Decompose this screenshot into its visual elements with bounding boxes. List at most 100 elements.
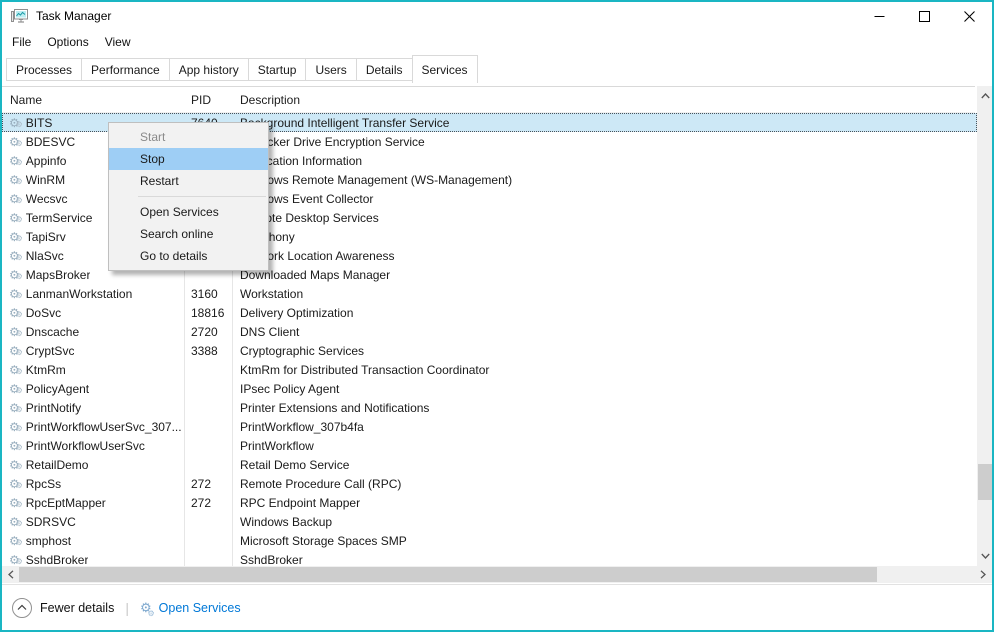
service-name: MapsBroker: [26, 268, 91, 282]
service-name: Dnscache: [26, 325, 79, 339]
service-name-cell: ⚙⚙SshdBroker: [2, 553, 184, 567]
gear-icon: ⚙⚙: [9, 250, 20, 262]
tab-users[interactable]: Users: [305, 58, 356, 81]
gear-icon: ⚙⚙: [9, 478, 20, 490]
gear-icon: ⚙⚙: [9, 212, 20, 224]
service-name: RpcEptMapper: [26, 496, 106, 510]
service-description-cell: Telephony: [232, 230, 977, 244]
tab-processes[interactable]: Processes: [6, 58, 82, 81]
service-name: NlaSvc: [26, 249, 64, 263]
service-name: SDRSVC: [26, 515, 76, 529]
gear-icon: ⚙⚙: [9, 269, 20, 281]
gear-icon: ⚙⚙: [9, 345, 20, 357]
table-row[interactable]: ⚙⚙SDRSVCWindows Backup: [2, 512, 977, 531]
horizontal-scroll-thumb[interactable]: [19, 567, 877, 582]
service-name-cell: ⚙⚙RpcSs: [2, 477, 184, 491]
column-header-pid[interactable]: PID: [184, 93, 232, 107]
chevron-up-circle-icon: [17, 604, 27, 611]
table-row[interactable]: ⚙⚙KtmRmKtmRm for Distributed Transaction…: [2, 360, 977, 379]
chevron-down-icon: [981, 553, 990, 559]
gear-icon: ⚙⚙: [140, 600, 152, 616]
fewer-details-label[interactable]: Fewer details: [40, 601, 114, 615]
table-row[interactable]: ⚙⚙LanmanWorkstation3160Workstation: [2, 284, 977, 303]
table-row[interactable]: ⚙⚙SshdBrokerSshdBroker: [2, 550, 977, 566]
context-menu-item-stop[interactable]: Stop: [109, 148, 268, 170]
scroll-right-button[interactable]: [975, 566, 991, 583]
context-menu-item-open-services[interactable]: Open Services: [109, 201, 268, 223]
service-pid-cell: 272: [184, 496, 232, 510]
table-row[interactable]: ⚙⚙CryptSvc3388Cryptographic Services: [2, 341, 977, 360]
column-header-name[interactable]: Name: [2, 93, 184, 107]
table-row[interactable]: ⚙⚙smphostMicrosoft Storage Spaces SMP: [2, 531, 977, 550]
table-row[interactable]: ⚙⚙Dnscache2720DNS Client: [2, 322, 977, 341]
minimize-button[interactable]: [857, 2, 902, 30]
service-description-cell: PrintWorkflow: [232, 439, 977, 453]
service-description-cell: Downloaded Maps Manager: [232, 268, 977, 282]
gear-icon: ⚙⚙: [9, 402, 20, 414]
table-row[interactable]: ⚙⚙PrintNotifyPrinter Extensions and Noti…: [2, 398, 977, 417]
service-description-cell: Retail Demo Service: [232, 458, 977, 472]
tab-startup[interactable]: Startup: [248, 58, 307, 81]
service-name-cell: ⚙⚙ DoSvc: [2, 306, 184, 320]
menu-file[interactable]: File: [4, 32, 39, 52]
service-pid-cell: 2720: [184, 325, 232, 339]
service-name: PrintWorkflowUserSvc: [26, 439, 145, 453]
service-description-cell: DNS Client: [232, 325, 977, 339]
gear-icon: ⚙⚙: [9, 535, 20, 547]
tab-app-history[interactable]: App history: [169, 58, 249, 81]
scroll-down-button[interactable]: [977, 548, 993, 564]
context-menu-item-go-to-details[interactable]: Go to details: [109, 245, 268, 267]
context-menu-separator: [138, 196, 266, 197]
service-name: Wecsvc: [26, 192, 68, 206]
table-row[interactable]: ⚙⚙RpcEptMapper272RPC Endpoint Mapper: [2, 493, 977, 512]
chevron-right-icon: [980, 570, 986, 579]
menu-options[interactable]: Options: [39, 32, 96, 52]
context-menu-item-search-online[interactable]: Search online: [109, 223, 268, 245]
service-name-cell: ⚙⚙Dnscache: [2, 325, 184, 339]
tab-details[interactable]: Details: [356, 58, 413, 81]
chevron-left-icon: [8, 570, 14, 579]
table-row[interactable]: ⚙⚙RetailDemo Retail Demo Service: [2, 455, 977, 474]
service-name-cell: ⚙⚙RetailDemo: [2, 458, 184, 472]
scroll-up-button[interactable]: [977, 88, 993, 104]
open-services-link[interactable]: Open Services: [159, 601, 241, 615]
service-description-cell: PrintWorkflow_307b4fa: [232, 420, 977, 434]
service-description-cell: Windows Remote Management (WS-Management…: [232, 173, 977, 187]
horizontal-scrollbar[interactable]: [2, 566, 992, 583]
service-name: BDESVC: [26, 135, 75, 149]
service-name: PrintNotify: [26, 401, 81, 415]
table-row[interactable]: ⚙⚙DoSvc18816Delivery Optimization: [2, 303, 977, 322]
close-icon: [964, 11, 975, 22]
context-menu-item-restart[interactable]: Restart: [109, 170, 268, 192]
column-header-description[interactable]: Description: [232, 93, 975, 107]
service-name-cell: ⚙⚙LanmanWorkstation: [2, 287, 184, 301]
maximize-button[interactable]: [902, 2, 947, 30]
table-row[interactable]: ⚙⚙PrintWorkflowUserSvcPrintWorkflow: [2, 436, 977, 455]
gear-icon: ⚙⚙: [9, 307, 20, 319]
service-name-cell: ⚙⚙CryptSvc: [2, 344, 184, 358]
service-name: DoSvc: [26, 306, 61, 320]
vertical-scroll-thumb[interactable]: [978, 464, 992, 500]
fewer-details-button[interactable]: [12, 598, 32, 618]
service-pid-cell: 18816: [184, 306, 232, 320]
service-description-cell: Remote Desktop Services: [232, 211, 977, 225]
table-row[interactable]: ⚙⚙PolicyAgentIPsec Policy Agent: [2, 379, 977, 398]
service-description-cell: Windows Event Collector: [232, 192, 977, 206]
vertical-scrollbar[interactable]: [977, 86, 993, 566]
service-pid-cell: 3160: [184, 287, 232, 301]
service-name-cell: ⚙⚙KtmRm: [2, 363, 184, 377]
service-name: PolicyAgent: [26, 382, 89, 396]
gear-icon: ⚙⚙: [9, 117, 20, 129]
maximize-icon: [919, 11, 930, 22]
menu-view[interactable]: View: [97, 32, 139, 52]
tab-performance[interactable]: Performance: [81, 58, 170, 81]
table-row[interactable]: ⚙⚙RpcSs272Remote Procedure Call (RPC): [2, 474, 977, 493]
service-name-cell: ⚙⚙PrintWorkflowUserSvc_307...: [2, 420, 184, 434]
tab-services[interactable]: Services: [412, 55, 478, 83]
service-name: RetailDemo: [26, 458, 89, 472]
service-description-cell: Background Intelligent Transfer Service: [232, 116, 976, 130]
table-row[interactable]: ⚙⚙PrintWorkflowUserSvc_307... PrintWorkfl…: [2, 417, 977, 436]
close-button[interactable]: [947, 2, 992, 30]
scroll-left-button[interactable]: [3, 566, 19, 583]
window-title: Task Manager: [36, 9, 111, 23]
